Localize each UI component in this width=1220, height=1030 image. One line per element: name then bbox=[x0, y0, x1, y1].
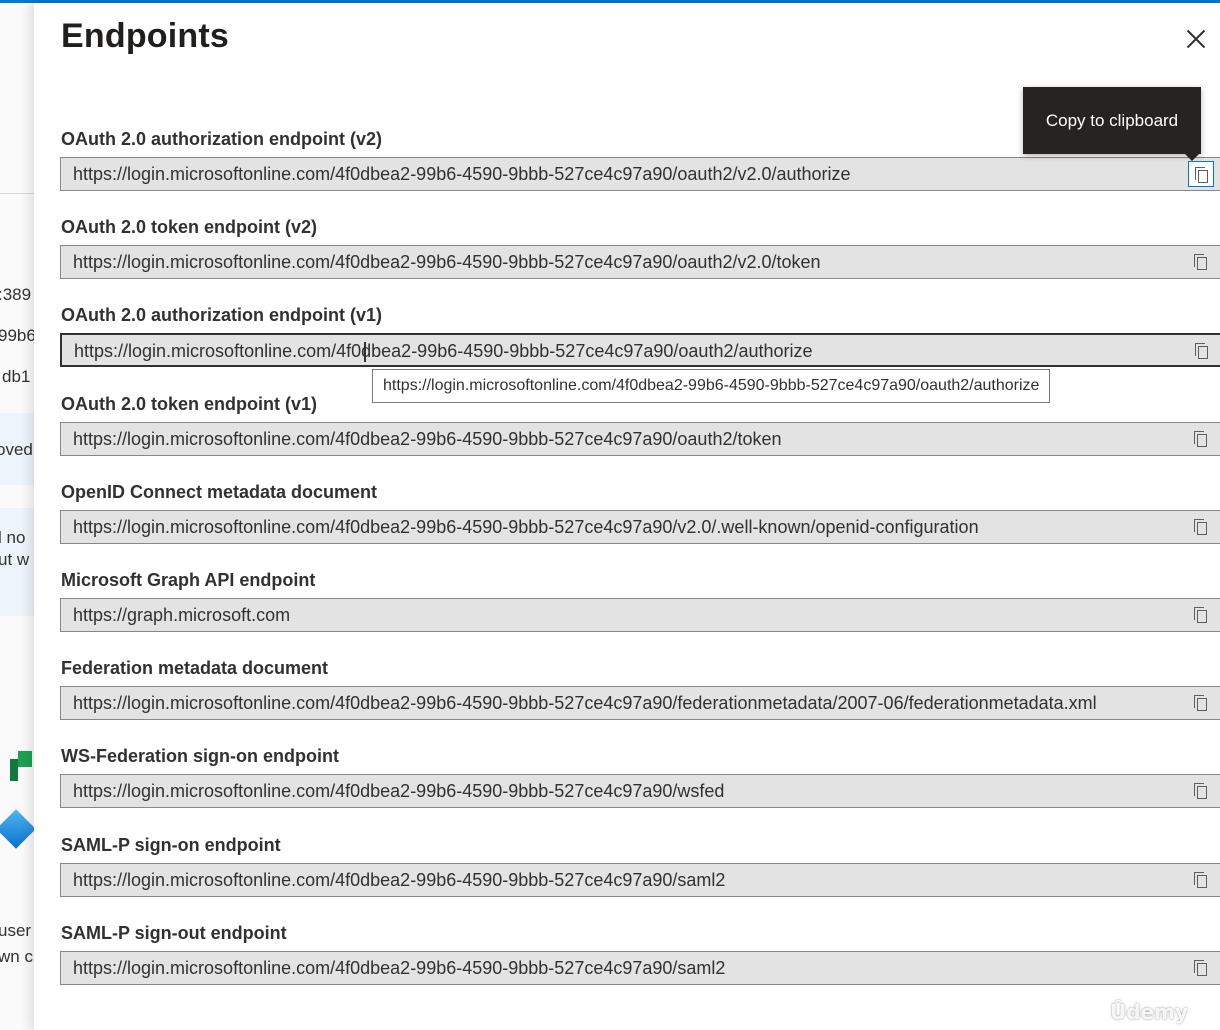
copy-icon bbox=[1194, 960, 1208, 976]
background-text: db1 bbox=[2, 367, 31, 386]
copy-icon bbox=[1194, 695, 1208, 711]
endpoint-url-field[interactable]: https://login.microsoftonline.com/4f0dbe… bbox=[60, 245, 1220, 279]
close-icon[interactable] bbox=[1184, 27, 1208, 51]
endpoint-url-value[interactable]: https://login.microsoftonline.com/4f0dbe… bbox=[73, 511, 1183, 543]
copy-to-clipboard-button[interactable] bbox=[1188, 249, 1214, 275]
endpoint-url-value[interactable]: https://login.microsoftonline.com/4f0dbe… bbox=[73, 864, 1183, 896]
background-text: 99b6 bbox=[0, 326, 34, 345]
udemy-watermark: Ûdemy bbox=[1110, 1000, 1188, 1024]
copy-to-clipboard-button[interactable] bbox=[1188, 161, 1214, 187]
endpoint-url-value[interactable]: https://login.microsoftonline.com/4f0dbe… bbox=[73, 246, 1183, 278]
endpoint-url-value[interactable]: https://login.microsoftonline.com/4f0dbe… bbox=[73, 775, 1183, 807]
endpoint-label: Federation metadata document bbox=[61, 658, 329, 678]
endpoint-url-field[interactable]: https://login.microsoftonline.com/4f0dbe… bbox=[60, 422, 1220, 456]
background-text: ut w bbox=[0, 550, 30, 569]
endpoints-panel: Endpoints OAuth 2.0 authorization endpoi… bbox=[34, 3, 1220, 1030]
endpoint-url-field[interactable]: https://login.microsoftonline.com/4f0dbe… bbox=[60, 510, 1220, 544]
background-page: :389 99b6 db1 oved l no ut w user wn c bbox=[0, 3, 34, 1030]
endpoint-label: OAuth 2.0 authorization endpoint (v2) bbox=[61, 129, 382, 149]
background-text: wn c bbox=[0, 947, 33, 966]
background-text: oved bbox=[0, 440, 33, 459]
planner-icon bbox=[10, 751, 32, 781]
text-cursor-icon bbox=[364, 342, 366, 362]
copy-icon bbox=[1194, 783, 1208, 799]
endpoint-label: OAuth 2.0 authorization endpoint (v1) bbox=[61, 305, 382, 325]
endpoint-url-field[interactable]: https://login.microsoftonline.com/4f0dbe… bbox=[60, 951, 1220, 985]
endpoint-label: SAML-P sign-out endpoint bbox=[61, 923, 287, 943]
copy-icon bbox=[1194, 431, 1208, 447]
azure-ad-icon bbox=[0, 809, 34, 849]
background-text: l no bbox=[0, 528, 26, 547]
copy-to-clipboard-button[interactable] bbox=[1188, 778, 1214, 804]
copy-tooltip: Copy to clipboard bbox=[1023, 87, 1201, 161]
endpoint-url-field[interactable]: https://login.microsoftonline.com/4f0dbe… bbox=[60, 157, 1220, 191]
endpoint-url-field[interactable]: https://login.microsoftonline.com/4f0dbe… bbox=[60, 774, 1220, 808]
endpoint-url-value[interactable]: https://login.microsoftonline.com/4f0dbe… bbox=[73, 158, 1183, 190]
copy-to-clipboard-button[interactable] bbox=[1188, 426, 1214, 452]
endpoint-label: SAML-P sign-on endpoint bbox=[61, 835, 281, 855]
endpoint-url-field[interactable]: https://login.microsoftonline.com/4f0dbe… bbox=[60, 333, 1220, 367]
copy-to-clipboard-button[interactable] bbox=[1188, 867, 1214, 893]
endpoint-url-field[interactable]: https://graph.microsoft.com bbox=[60, 598, 1220, 632]
endpoint-url-value[interactable]: https://login.microsoftonline.com/4f0dbe… bbox=[73, 952, 1183, 984]
copy-icon bbox=[1195, 343, 1209, 359]
endpoint-label: Microsoft Graph API endpoint bbox=[61, 570, 316, 590]
endpoint-url-field[interactable]: https://login.microsoftonline.com/4f0dbe… bbox=[60, 686, 1220, 720]
panel-title: Endpoints bbox=[61, 17, 229, 55]
endpoint-label: OAuth 2.0 token endpoint (v2) bbox=[61, 217, 318, 237]
copy-icon bbox=[1194, 254, 1208, 270]
copy-to-clipboard-button[interactable] bbox=[1189, 338, 1215, 364]
copy-to-clipboard-button[interactable] bbox=[1188, 514, 1214, 540]
background-text: user bbox=[0, 921, 32, 940]
background-divider bbox=[0, 193, 34, 194]
copy-to-clipboard-button[interactable] bbox=[1188, 690, 1214, 716]
endpoint-url-field[interactable]: https://login.microsoftonline.com/4f0dbe… bbox=[60, 863, 1220, 897]
endpoint-label: OAuth 2.0 token endpoint (v1) bbox=[61, 394, 318, 414]
endpoint-url-value[interactable]: https://graph.microsoft.com bbox=[73, 599, 1183, 631]
background-text: :389 bbox=[0, 285, 32, 304]
copy-icon bbox=[1194, 519, 1208, 535]
copy-icon bbox=[1194, 872, 1208, 888]
copy-icon bbox=[1195, 167, 1209, 183]
copy-to-clipboard-button[interactable] bbox=[1188, 602, 1214, 628]
endpoint-label: OpenID Connect metadata document bbox=[61, 482, 378, 502]
endpoint-label: WS-Federation sign-on endpoint bbox=[61, 746, 339, 766]
endpoint-url-value[interactable]: https://login.microsoftonline.com/4f0dbe… bbox=[73, 687, 1183, 719]
url-hover-tooltip: https://login.microsoftonline.com/4f0dbe… bbox=[372, 369, 1051, 403]
copy-to-clipboard-button[interactable] bbox=[1188, 955, 1214, 981]
copy-icon bbox=[1194, 607, 1208, 623]
endpoint-url-value[interactable]: https://login.microsoftonline.com/4f0dbe… bbox=[73, 423, 1183, 455]
endpoint-url-value[interactable]: https://login.microsoftonline.com/4f0dbe… bbox=[74, 335, 1184, 367]
